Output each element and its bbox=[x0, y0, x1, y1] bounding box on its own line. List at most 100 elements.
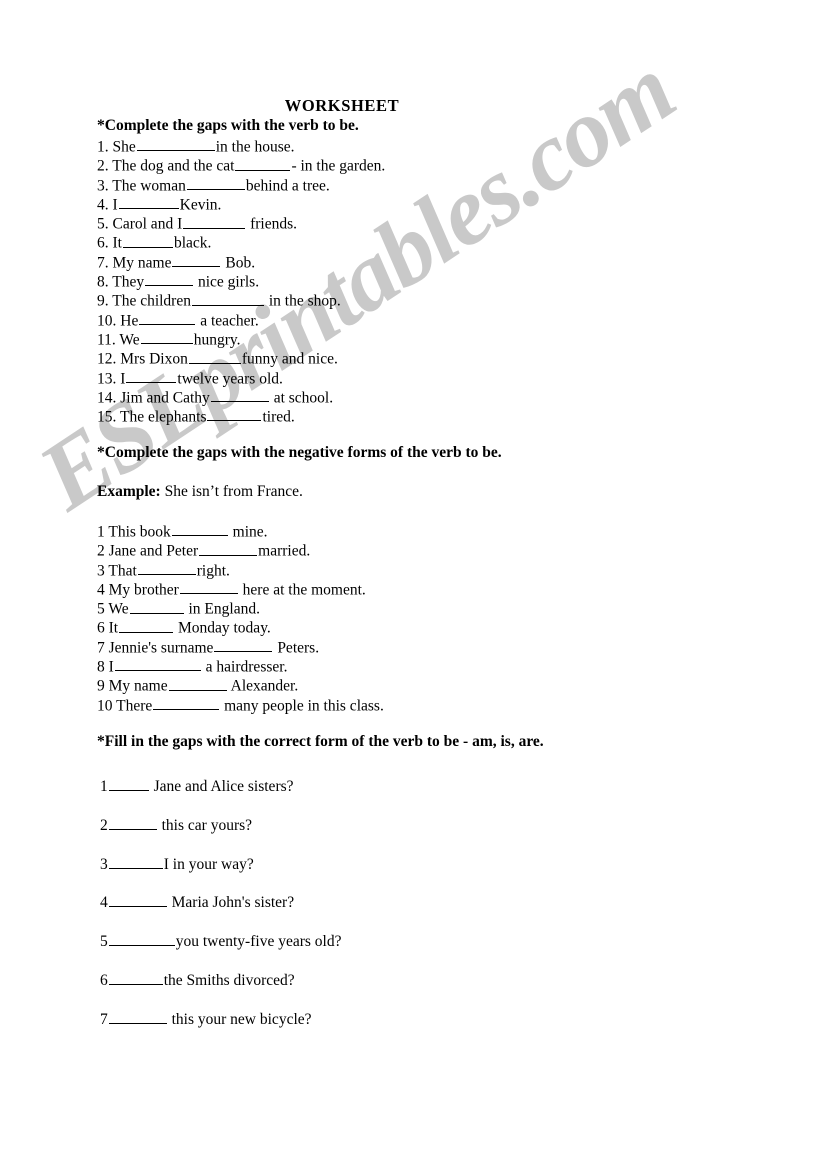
question-text-after: here at the moment. bbox=[238, 581, 366, 599]
answer-blank[interactable] bbox=[126, 369, 177, 383]
question-item: 5. Carol and I friends. bbox=[97, 214, 385, 233]
question-number: 9 bbox=[97, 677, 105, 695]
answer-blank[interactable] bbox=[118, 195, 179, 210]
question-number: 4. bbox=[97, 196, 109, 214]
question-item: 13. Itwelve years old. bbox=[97, 369, 385, 388]
question-number: 13. bbox=[97, 369, 117, 387]
answer-blank[interactable] bbox=[214, 638, 273, 653]
question-text-before: The woman bbox=[108, 176, 186, 194]
question-text-after: Bob. bbox=[221, 254, 256, 272]
answer-blank[interactable] bbox=[153, 696, 220, 710]
question-text-before: My name bbox=[104, 677, 168, 695]
answer-blank[interactable] bbox=[207, 407, 262, 422]
answer-blank[interactable] bbox=[108, 854, 163, 869]
answer-blank[interactable] bbox=[199, 541, 258, 556]
question-text-before: We bbox=[115, 331, 140, 349]
question-text-after: you twenty-five years old? bbox=[175, 933, 342, 951]
answer-blank[interactable] bbox=[108, 777, 149, 791]
question-text-after: hungry. bbox=[193, 331, 241, 349]
question-item: 4 Maria John's sister? bbox=[100, 884, 341, 923]
answer-blank[interactable] bbox=[191, 291, 264, 306]
question-item: 3 That right. bbox=[97, 561, 384, 580]
section-heading-am-is-are: *Fill in the gaps with the correct form … bbox=[97, 733, 544, 750]
question-text-before: That bbox=[104, 561, 137, 579]
answer-blank[interactable] bbox=[108, 971, 163, 985]
answer-blank[interactable] bbox=[129, 599, 184, 614]
question-text-before: The elephants bbox=[116, 408, 207, 426]
answer-blank[interactable] bbox=[172, 253, 221, 268]
question-number: 3 bbox=[97, 561, 105, 579]
question-text-before: We bbox=[104, 600, 129, 618]
question-text-after: tired. bbox=[262, 408, 295, 426]
question-text-after: this your new bicycle? bbox=[167, 1010, 312, 1028]
question-item: 12. Mrs Dixon funny and nice. bbox=[97, 349, 385, 368]
question-item: 3. The woman behind a tree. bbox=[97, 176, 385, 195]
question-text-after: at school. bbox=[269, 389, 334, 407]
question-item: 3 I in your way? bbox=[100, 846, 341, 885]
question-number: 7. bbox=[97, 254, 109, 272]
question-text-after: right. bbox=[196, 561, 230, 579]
question-text-before: Carol and I bbox=[108, 215, 183, 233]
answer-blank[interactable] bbox=[108, 932, 175, 947]
question-number: 5 bbox=[100, 933, 108, 951]
question-item: 1. She in the house. bbox=[97, 137, 385, 156]
answer-blank[interactable] bbox=[114, 657, 201, 672]
question-item: 5 We in England. bbox=[97, 599, 384, 618]
question-number: 1 bbox=[97, 523, 105, 541]
answer-blank[interactable] bbox=[210, 388, 269, 403]
question-number: 7 bbox=[97, 639, 105, 657]
answer-blank[interactable] bbox=[139, 311, 196, 325]
answer-blank[interactable] bbox=[137, 561, 196, 575]
answer-blank[interactable] bbox=[122, 233, 173, 248]
question-number: 4 bbox=[97, 581, 105, 599]
question-number: 3. bbox=[97, 176, 109, 194]
question-number: 6. bbox=[97, 234, 109, 252]
question-text-before: Jane and Peter bbox=[104, 542, 199, 560]
answer-blank[interactable] bbox=[140, 330, 193, 345]
question-text-after: Jane and Alice sisters? bbox=[149, 778, 294, 795]
question-text-before: She bbox=[108, 138, 136, 156]
answer-blank[interactable] bbox=[108, 893, 167, 908]
question-item: 2 this car yours? bbox=[100, 807, 341, 846]
question-item: 9 My name Alexander. bbox=[97, 676, 384, 695]
question-text-before: My name bbox=[108, 254, 172, 272]
question-list-am-is-are: 1 Jane and Alice sisters? 2 this car your… bbox=[100, 768, 341, 1040]
question-number: 10 bbox=[97, 697, 113, 714]
example-text: She isn’t from France. bbox=[164, 483, 303, 500]
answer-blank[interactable] bbox=[186, 176, 245, 190]
answer-blank[interactable] bbox=[168, 676, 227, 691]
question-text-after: a teacher. bbox=[196, 312, 259, 329]
question-text-after: Monday today. bbox=[174, 619, 271, 637]
question-item: 1 Jane and Alice sisters? bbox=[100, 768, 341, 807]
question-item: 2. The dog and the cat - in the garden. bbox=[97, 156, 385, 175]
answer-blank[interactable] bbox=[145, 272, 194, 287]
question-text-after: Maria John's sister? bbox=[167, 894, 295, 912]
question-text-after: Peters. bbox=[273, 639, 320, 657]
answer-blank[interactable] bbox=[136, 137, 215, 152]
question-text-before: He bbox=[116, 312, 139, 329]
question-number: 7 bbox=[100, 1010, 108, 1028]
question-number: 15. bbox=[97, 408, 117, 426]
answer-blank[interactable] bbox=[188, 349, 241, 364]
answer-blank[interactable] bbox=[235, 156, 291, 171]
question-number: 6 bbox=[97, 619, 105, 637]
question-text-before: My brother bbox=[104, 581, 179, 599]
question-text-after: a hairdresser. bbox=[201, 658, 288, 676]
question-item: 8. They nice girls. bbox=[97, 272, 385, 291]
question-text-after: in the shop. bbox=[264, 292, 341, 310]
question-text-after: I in your way? bbox=[163, 855, 254, 873]
question-text-before: It bbox=[108, 234, 122, 252]
question-text-after: Alexander. bbox=[227, 677, 299, 695]
answer-blank[interactable] bbox=[179, 580, 238, 595]
answer-blank[interactable] bbox=[108, 1009, 167, 1024]
question-text-after: funny and nice. bbox=[241, 350, 338, 368]
answer-blank[interactable] bbox=[171, 522, 228, 537]
answer-blank[interactable] bbox=[119, 618, 174, 633]
answer-blank[interactable] bbox=[108, 815, 157, 830]
question-text-before: I bbox=[116, 369, 126, 387]
question-text-after: twelve years old. bbox=[177, 369, 283, 387]
question-item: 1 This book mine. bbox=[97, 522, 384, 541]
question-number: 12. bbox=[97, 350, 117, 368]
answer-blank[interactable] bbox=[183, 214, 246, 229]
example-line: Example: She isn’t from France. bbox=[97, 484, 303, 500]
